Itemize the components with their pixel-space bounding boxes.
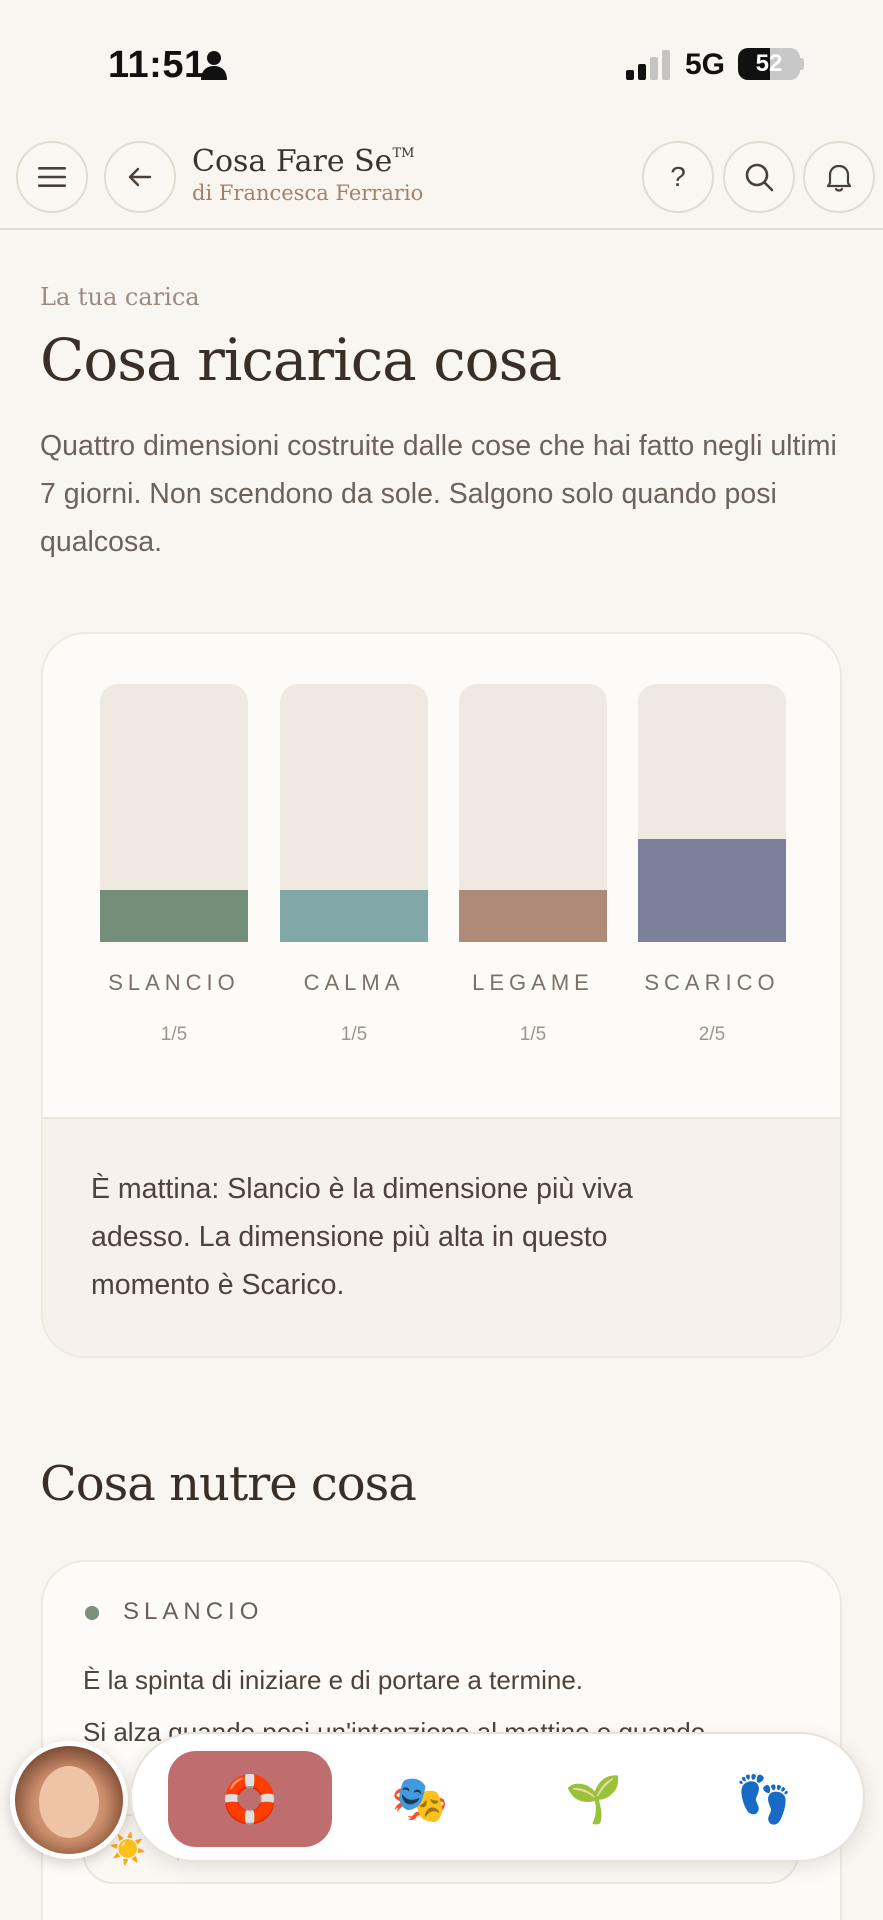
footprints-icon: 👣 (735, 1772, 793, 1825)
dimension-value: 1/5 (519, 1024, 547, 1045)
dimension-value: 1/5 (160, 1024, 188, 1045)
battery-percent: 52 (755, 50, 783, 77)
help-button[interactable]: ? (642, 141, 714, 213)
dimension-label: SCARICO (644, 970, 780, 995)
slancio-desc-line-1: È la spinta di iniziare e di portare a t… (83, 1665, 584, 1695)
dimensions-note: È mattina: Slancio è la dimensione più v… (43, 1117, 840, 1356)
dimension-label: LEGAME (472, 970, 594, 995)
page-title: Cosa ricarica cosa (40, 326, 562, 394)
dimensions-card: SLANCIO 1/5 CALMA 1/5 LEGAME 1/5 SCARICO… (41, 632, 842, 1358)
dimension-label: SLANCIO (108, 970, 240, 995)
help-icon: ? (670, 161, 686, 192)
cellular-signal-icon (626, 50, 670, 80)
avatar-face (39, 1766, 99, 1838)
battery-tip (800, 58, 804, 70)
dimension-value: 2/5 (698, 1024, 726, 1045)
menu-icon (38, 167, 66, 187)
bar-fill-calma (280, 890, 428, 942)
status-bar: 11:51 5G 52 (0, 0, 883, 124)
section-title: Cosa nutre cosa (40, 1456, 417, 1512)
dimension-legame: LEGAME 1/5 (459, 684, 607, 1046)
bar-fill-slancio (100, 890, 248, 942)
nav-item-lifebuoy[interactable]: 🛟 (168, 1751, 332, 1847)
network-type: 5G (685, 48, 726, 81)
menu-button[interactable] (16, 141, 88, 213)
dimension-slancio: SLANCIO 1/5 (100, 684, 248, 1046)
dimension-calma: CALMA 1/5 (280, 684, 428, 1046)
bell-icon (826, 164, 852, 192)
nav-item-growth[interactable]: 🌱 (512, 1751, 676, 1847)
bar-fill-legame (459, 890, 607, 942)
page-eyebrow: La tua carica (40, 283, 200, 311)
bottom-nav: 🛟 🎭 🌱 👣 (130, 1732, 865, 1862)
bar-fill-scarico (638, 838, 786, 942)
brand-title: Cosa Fare SeTM (192, 144, 415, 179)
nav-item-theater[interactable]: 🎭 (338, 1751, 502, 1847)
bar-track (459, 684, 607, 942)
app-header: Cosa Fare SeTM di Francesca Ferrario ? (0, 124, 883, 230)
dimension-label: CALMA (303, 970, 405, 995)
dimensions-note-text: È mattina: Slancio è la dimensione più v… (91, 1173, 633, 1301)
trademark: TM (392, 146, 415, 161)
dimension-scarico: SCARICO 2/5 (638, 684, 786, 1046)
lifebuoy-icon: 🛟 (221, 1772, 279, 1825)
bar-track (100, 684, 248, 942)
battery-icon: 52 (738, 48, 800, 80)
bar-track (638, 684, 786, 942)
page-intro: Quattro dimensioni costruite dalle cose … (40, 430, 837, 558)
back-arrow-icon (128, 167, 152, 187)
brand-subtitle: di Francesca Ferrario (192, 181, 424, 205)
slancio-label: SLANCIO (123, 1598, 264, 1625)
dimension-bars: SLANCIO 1/5 CALMA 1/5 LEGAME 1/5 SCARICO… (43, 634, 840, 1117)
search-button[interactable] (723, 141, 795, 213)
slancio-dot (85, 1606, 99, 1620)
search-icon (745, 163, 774, 192)
status-time: 11:51 (108, 44, 206, 86)
notifications-button[interactable] (803, 141, 875, 213)
bar-track (280, 684, 428, 942)
dimension-value: 1/5 (340, 1024, 368, 1045)
brand: Cosa Fare SeTM di Francesca Ferrario (192, 144, 423, 205)
avatar[interactable] (10, 1741, 128, 1859)
back-button[interactable] (104, 141, 176, 213)
nav-item-steps[interactable]: 👣 (682, 1751, 846, 1847)
seedling-icon: 🌱 (565, 1772, 623, 1825)
theater-masks-icon: 🎭 (391, 1772, 449, 1825)
person-icon (201, 51, 227, 80)
